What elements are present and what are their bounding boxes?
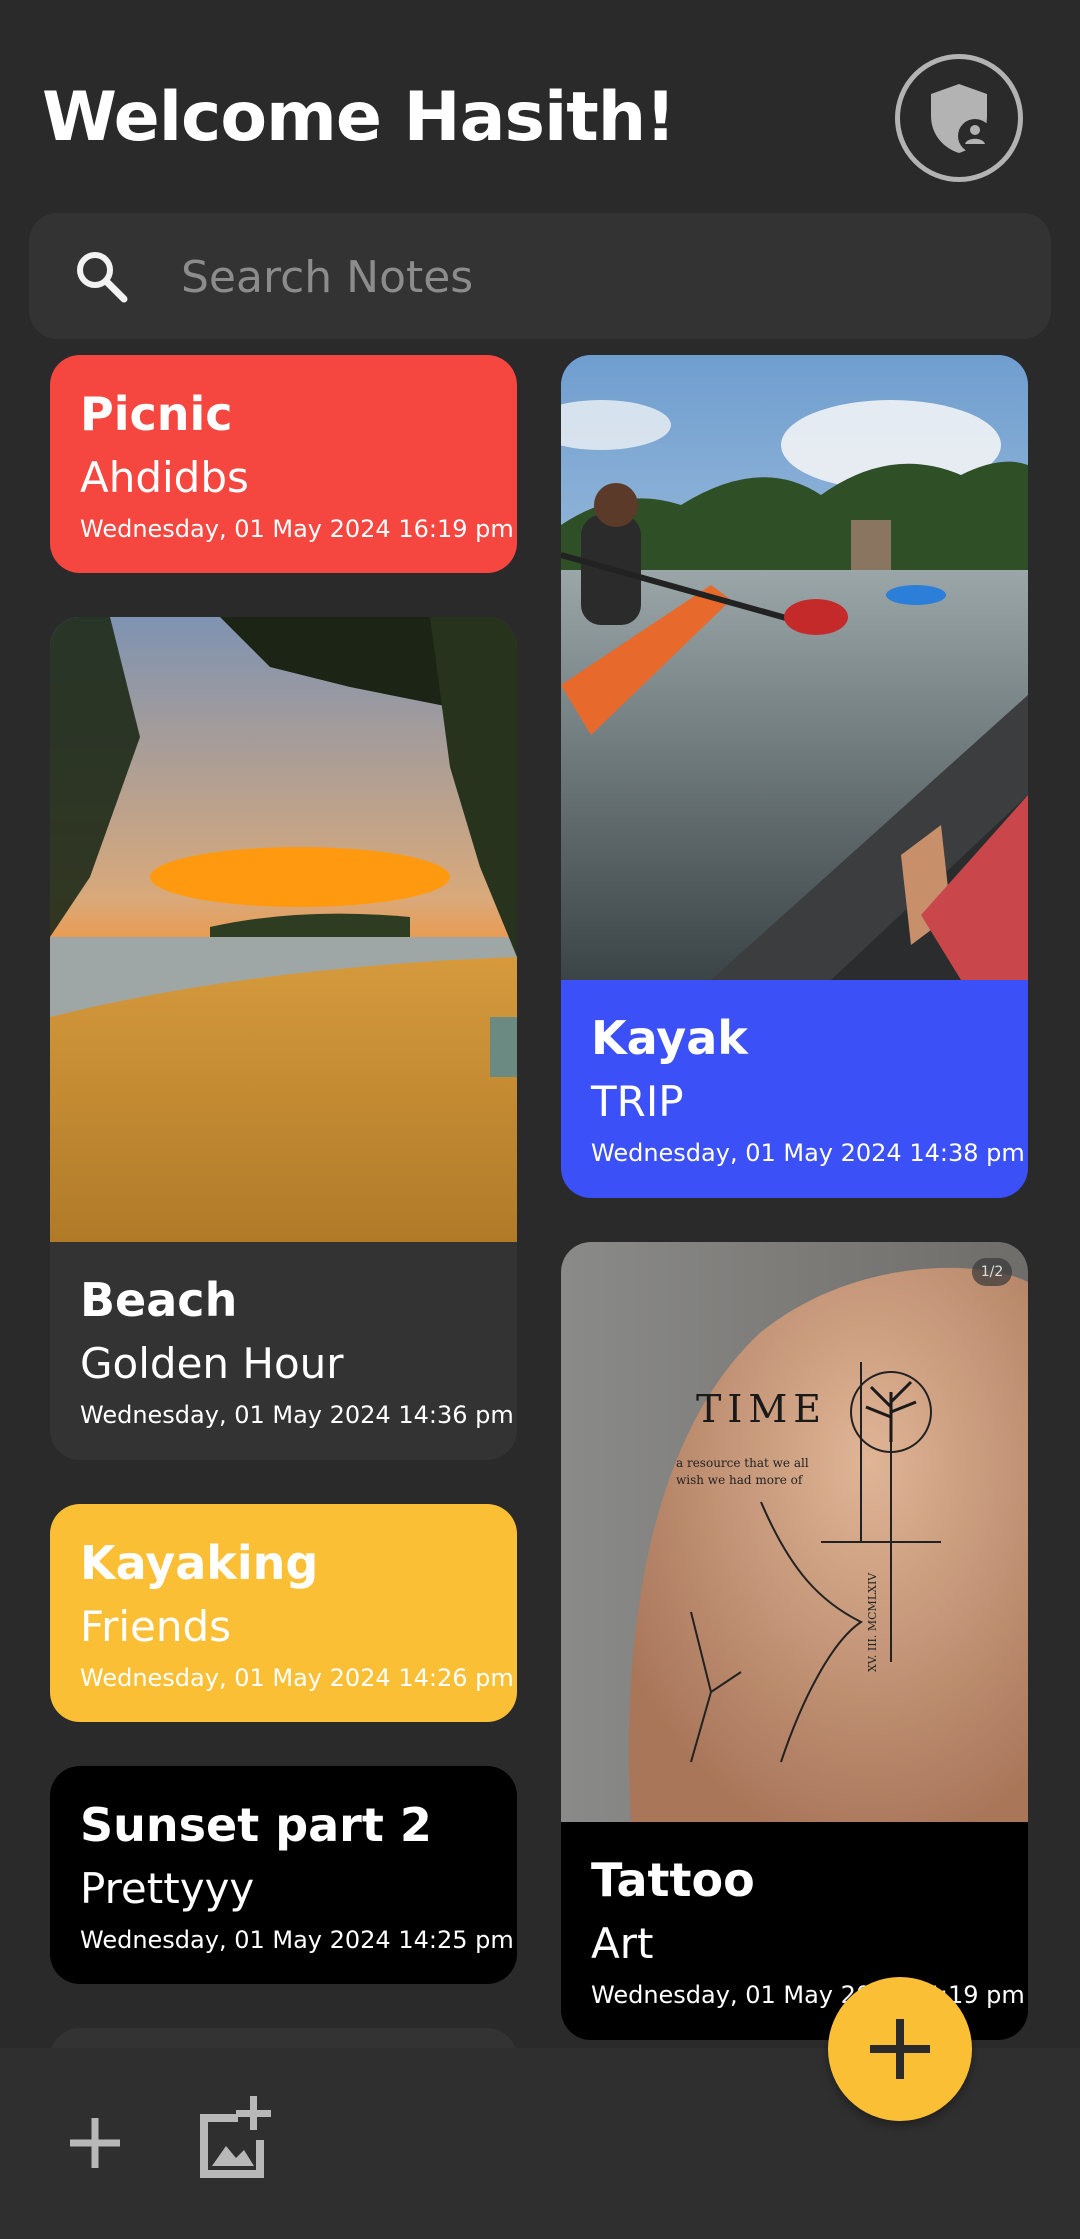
profile-avatar-button[interactable] <box>895 54 1023 182</box>
note-subtitle: Golden Hour <box>80 1339 344 1388</box>
note-card-picnic[interactable]: Picnic Ahdidbs Wednesday, 01 May 2024 16… <box>50 355 517 573</box>
note-image <box>50 617 517 1242</box>
note-card-kayak[interactable]: Kayak TRIP Wednesday, 01 May 2024 14:38 … <box>561 355 1028 1198</box>
note-date: Wednesday, 01 May 2024 14:26 pm <box>80 1664 514 1692</box>
note-date: Wednesday, 01 May 2024 14:36 pm <box>80 1401 514 1429</box>
note-title: Beach <box>80 1273 238 1327</box>
add-note-button[interactable] <box>50 2098 140 2188</box>
note-image <box>561 355 1028 980</box>
tattoo-numerals: XV. III. MCMLXIV <box>866 1572 879 1672</box>
search-bar[interactable] <box>29 213 1051 339</box>
page-title: Welcome Hasith! <box>42 78 676 157</box>
search-icon <box>77 252 128 303</box>
image-count-badge: 1/2 <box>972 1258 1012 1286</box>
note-image: TIME a resource that we all wish we had … <box>561 1242 1028 1822</box>
note-title: Sunset part 2 <box>80 1798 432 1852</box>
tattoo-line-1: a resource that we all <box>676 1456 809 1470</box>
note-card-sunset[interactable]: Sunset part 2 Prettyyy Wednesday, 01 May… <box>50 1766 517 1984</box>
note-card-beach[interactable]: Beach Golden Hour Wednesday, 01 May 2024… <box>50 617 517 1460</box>
note-card-tattoo[interactable]: TIME a resource that we all wish we had … <box>561 1242 1028 2040</box>
note-date: Wednesday, 01 May 2024 14:25 pm <box>80 1926 514 1954</box>
note-title: Kayaking <box>80 1536 319 1590</box>
note-title: Tattoo <box>591 1853 755 1907</box>
fab-add-button[interactable] <box>828 1977 972 2121</box>
note-subtitle: Friends <box>80 1602 232 1651</box>
plus-icon <box>70 2118 120 2168</box>
shield-person-icon <box>931 84 992 153</box>
add-image-button[interactable] <box>190 2090 280 2180</box>
add-photo-icon <box>200 2096 271 2178</box>
note-card-kayaking[interactable]: Kayaking Friends Wednesday, 01 May 2024 … <box>50 1504 517 1722</box>
note-title: Picnic <box>80 387 233 441</box>
note-subtitle: Art <box>591 1919 654 1968</box>
tattoo-word: TIME <box>696 1387 827 1431</box>
note-subtitle: Prettyyy <box>80 1864 255 1913</box>
note-subtitle: TRIP <box>591 1077 684 1126</box>
plus-icon <box>870 2019 930 2079</box>
tattoo-line-2: wish we had more of <box>676 1473 804 1487</box>
note-subtitle: Ahdidbs <box>80 453 249 502</box>
note-date: Wednesday, 01 May 2024 16:19 pm <box>80 515 514 543</box>
note-date: Wednesday, 01 May 2024 14:38 pm <box>591 1139 1025 1167</box>
search-input[interactable] <box>179 241 983 313</box>
note-title: Kayak <box>591 1011 748 1065</box>
